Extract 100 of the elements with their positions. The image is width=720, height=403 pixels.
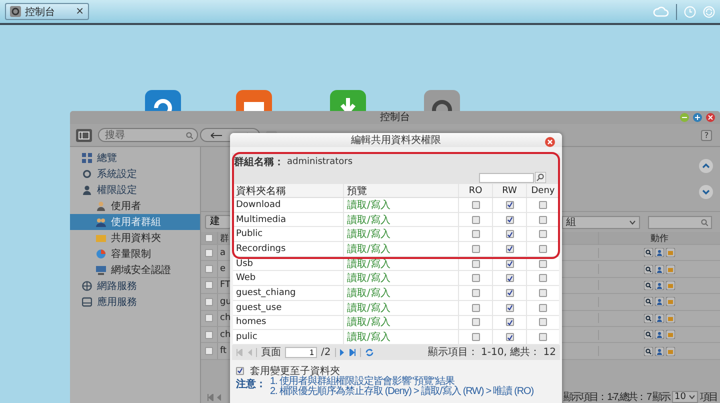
checkbox[interactable] <box>539 288 547 297</box>
sidebar-item[interactable]: 網域安全認證 <box>70 262 200 278</box>
checkbox[interactable] <box>205 248 213 257</box>
sidebar-item[interactable]: 使用者 <box>70 198 200 214</box>
folder-icon[interactable] <box>666 330 675 340</box>
search-field[interactable] <box>479 172 534 182</box>
checkbox[interactable] <box>539 318 547 326</box>
checkbox[interactable] <box>539 333 547 342</box>
checkbox[interactable] <box>506 288 514 297</box>
refresh-app-icon[interactable] <box>145 90 181 111</box>
folder-icon[interactable] <box>666 346 675 356</box>
checkbox[interactable] <box>472 244 480 253</box>
first-page-icon[interactable] <box>207 394 214 400</box>
magnifier-icon[interactable] <box>644 248 653 258</box>
checkbox[interactable] <box>506 304 514 312</box>
people-icon[interactable] <box>655 314 664 323</box>
close-button[interactable] <box>545 137 555 147</box>
magnifier-icon[interactable] <box>644 330 653 340</box>
checkbox[interactable] <box>472 200 480 209</box>
last-page-icon[interactable] <box>348 348 356 356</box>
people-icon[interactable] <box>655 330 664 340</box>
create-button[interactable]: 建 <box>205 215 231 229</box>
sidebar-item[interactable]: 使用者群組 <box>70 214 200 230</box>
magnifier-icon[interactable] <box>644 297 653 306</box>
checkbox[interactable] <box>506 200 514 209</box>
search-icon[interactable] <box>535 172 546 183</box>
folder-icon[interactable] <box>666 248 675 258</box>
filter-dropdown[interactable]: 組 <box>562 216 640 228</box>
people-icon[interactable] <box>655 248 664 258</box>
checkbox[interactable] <box>472 216 480 224</box>
people-icon[interactable] <box>655 297 664 306</box>
search-field[interactable]: 搜尋 <box>98 128 198 142</box>
checkbox[interactable] <box>472 318 480 326</box>
close-button[interactable] <box>706 113 715 122</box>
sync-icon[interactable] <box>703 6 715 18</box>
sidebar-item[interactable]: 共用資料夾 <box>70 230 200 246</box>
checkbox[interactable] <box>506 230 514 238</box>
checkbox[interactable] <box>205 281 213 290</box>
checkbox[interactable] <box>205 265 213 274</box>
close-button[interactable]: × <box>76 6 84 17</box>
checkbox[interactable] <box>539 260 547 268</box>
checkbox[interactable] <box>506 318 514 326</box>
sidebar-item[interactable]: 系統設定 <box>70 166 200 182</box>
download-app-icon[interactable] <box>330 90 366 111</box>
sidebar-item[interactable]: 應用服務 <box>70 294 200 310</box>
chevron-up-icon[interactable] <box>699 159 713 173</box>
checkbox[interactable] <box>506 216 514 224</box>
folder-icon[interactable] <box>666 264 675 274</box>
magnifier-icon[interactable] <box>644 280 653 290</box>
folder-icon[interactable] <box>666 280 675 290</box>
checkbox[interactable] <box>205 314 213 322</box>
people-icon[interactable] <box>655 264 664 274</box>
folder-icon[interactable] <box>666 314 675 323</box>
page-field[interactable]: 1 <box>285 346 317 358</box>
checkbox[interactable] <box>236 366 244 375</box>
maximize-button[interactable] <box>693 113 702 122</box>
folder-icon[interactable] <box>666 297 675 306</box>
checkbox[interactable] <box>472 230 480 238</box>
sidebar-item[interactable]: 容量限制 <box>70 246 200 262</box>
magnifier-icon[interactable] <box>644 314 653 323</box>
checkbox[interactable] <box>539 216 547 224</box>
magnifier-icon[interactable] <box>644 346 653 356</box>
back-arrow-icon[interactable] <box>210 132 222 138</box>
checkbox[interactable] <box>472 274 480 282</box>
sidebar-item[interactable]: 網路服務 <box>70 278 200 294</box>
checkbox[interactable] <box>472 288 480 297</box>
checkbox[interactable] <box>506 333 514 342</box>
previous-page-icon[interactable] <box>216 394 221 400</box>
checkbox[interactable] <box>205 347 213 356</box>
checkbox[interactable] <box>472 304 480 312</box>
help-button[interactable]: ? <box>701 130 712 140</box>
refresh-icon[interactable] <box>364 348 374 357</box>
checkbox[interactable] <box>506 244 514 253</box>
people-icon[interactable] <box>655 280 664 290</box>
checkbox[interactable] <box>539 230 547 238</box>
previous-page-icon[interactable] <box>247 348 252 356</box>
next-page-icon[interactable] <box>340 348 345 356</box>
chevron-down-icon[interactable] <box>699 185 713 199</box>
search-field[interactable] <box>648 216 712 228</box>
people-icon[interactable] <box>655 346 664 356</box>
checkbox[interactable] <box>506 274 514 282</box>
sidebar-item[interactable]: 總覽 <box>70 150 200 166</box>
checkbox[interactable] <box>539 200 547 209</box>
checkbox[interactable] <box>472 260 480 268</box>
minimize-button[interactable] <box>680 113 689 122</box>
folder-app-icon[interactable] <box>236 90 272 111</box>
app-tab[interactable]: 控制台 × <box>5 3 89 20</box>
clock-icon[interactable] <box>684 6 696 18</box>
magnifier-icon[interactable] <box>644 264 653 274</box>
checkbox[interactable] <box>539 244 547 253</box>
sidebar-item[interactable]: 權限設定 <box>70 182 200 198</box>
checkbox[interactable] <box>506 260 514 268</box>
checkbox[interactable] <box>539 274 547 282</box>
layout-icon[interactable] <box>76 128 92 142</box>
checkbox[interactable] <box>472 333 480 342</box>
checkbox[interactable] <box>205 234 213 242</box>
checkbox[interactable] <box>539 304 547 312</box>
cloud-icon[interactable] <box>653 6 669 17</box>
first-page-icon[interactable] <box>236 348 243 356</box>
checkbox[interactable] <box>205 298 213 306</box>
